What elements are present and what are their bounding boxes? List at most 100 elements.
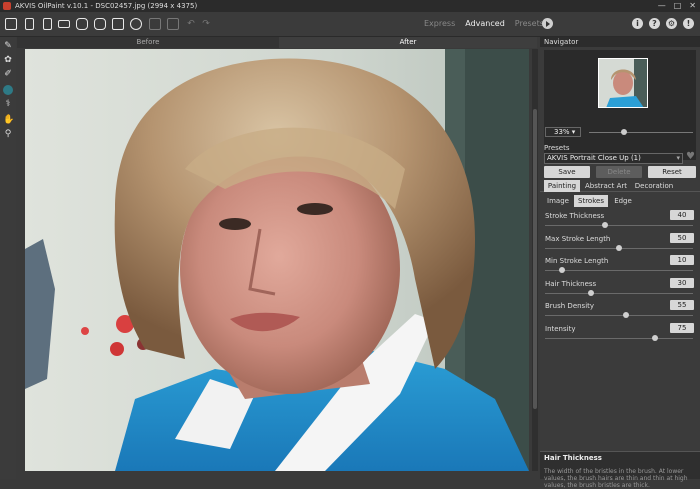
close-button[interactable]: ✕ xyxy=(689,1,696,10)
tab-image[interactable]: Image xyxy=(544,195,572,207)
parameter-label: Intensity xyxy=(545,324,576,333)
parameter-label: Brush Density xyxy=(545,302,595,310)
favorite-heart-icon[interactable]: ♥ xyxy=(686,151,695,162)
undo-icon: ↶ xyxy=(187,19,195,29)
tab-painting[interactable]: Painting xyxy=(544,180,580,192)
disabled-tool-icon xyxy=(148,17,162,31)
settings-panel: Navigator 33% ▾ Presets AKVIS Portrait C… xyxy=(540,37,700,479)
title-bar: AKVIS OilPaint v.10.1 - DSC02457.jpg (29… xyxy=(0,0,700,12)
zoom-row: 33% ▾ xyxy=(545,127,695,139)
canvas-icon[interactable] xyxy=(111,17,125,31)
parameter-row: Max Stroke Length 50 xyxy=(544,232,696,257)
scrollbar-thumb[interactable] xyxy=(533,109,537,409)
share-icon[interactable] xyxy=(93,17,107,31)
parameter-row: Intensity 75 xyxy=(544,322,696,347)
disabled-tool-icon xyxy=(166,17,180,31)
zoom-slider-knob[interactable] xyxy=(621,129,627,135)
print-icon[interactable] xyxy=(57,17,71,31)
parameter-value-field[interactable]: 30 xyxy=(670,277,694,288)
parameter-slider-track[interactable] xyxy=(545,292,693,294)
zoom-value: 33% xyxy=(554,128,570,136)
zoom-tool-icon[interactable]: ⚲ xyxy=(3,129,13,139)
parameter-row: Stroke Thickness 40 xyxy=(544,210,696,234)
parameter-value-field[interactable]: 40 xyxy=(670,210,694,220)
parameter-slider-knob[interactable] xyxy=(587,289,594,296)
minimize-button[interactable]: — xyxy=(658,1,666,10)
tab-express[interactable]: Express xyxy=(424,19,455,28)
notification-icon[interactable]: ! xyxy=(683,18,694,29)
open-file-icon[interactable] xyxy=(22,17,36,31)
parameter-value-field[interactable]: 10 xyxy=(670,255,694,265)
parameter-slider-track[interactable] xyxy=(545,225,693,226)
image-canvas[interactable] xyxy=(25,49,529,471)
settings-gear-icon[interactable]: ⚙ xyxy=(666,18,677,29)
maximize-button[interactable]: □ xyxy=(674,1,682,10)
mode-tabs: Express Advanced Presets xyxy=(424,19,544,28)
parameter-value-field[interactable]: 75 xyxy=(670,322,694,333)
tab-decoration[interactable]: Decoration xyxy=(632,180,676,192)
canvas-scrollbar[interactable] xyxy=(532,49,538,471)
selected-tool-icon[interactable] xyxy=(3,85,13,95)
help-icons: i ? ⚙ ! xyxy=(632,18,694,29)
run-play-icon[interactable] xyxy=(542,18,553,29)
parameter-slider-knob[interactable] xyxy=(651,334,658,341)
tab-strokes[interactable]: Strokes xyxy=(574,195,608,207)
tab-before[interactable]: Before xyxy=(17,37,279,48)
parameter-value-field[interactable]: 55 xyxy=(670,300,694,310)
tool-strip: ✎ ✿ ✐ ⚕ ✋ ⚲ xyxy=(0,37,16,479)
info-icon[interactable]: i xyxy=(632,18,643,29)
parameter-label: Stroke Thickness xyxy=(545,212,605,220)
before-after-tabs: Before After xyxy=(17,37,537,48)
help-panel: Hair Thickness The width of the bristles… xyxy=(540,451,700,489)
hand-tool-icon[interactable]: ✋ xyxy=(3,115,14,125)
parameter-slider-knob[interactable] xyxy=(559,267,566,273)
parameter-label: Hair Thickness xyxy=(545,279,597,288)
parameter-label: Min Stroke Length xyxy=(545,257,609,265)
tab-presets[interactable]: Presets xyxy=(515,19,544,28)
redo-icon: ↷ xyxy=(202,19,210,29)
zoom-slider-track[interactable] xyxy=(589,132,693,133)
tab-after[interactable]: After xyxy=(279,37,537,48)
save-file-icon[interactable] xyxy=(40,17,54,31)
effect-tabs: Painting Abstract Art Decoration xyxy=(540,180,700,192)
parameter-slider-knob[interactable] xyxy=(623,312,630,318)
parameter-slider-knob[interactable] xyxy=(601,222,608,228)
main-toolbar: ↶ ↷ Express Advanced Presets i ? ⚙ ! xyxy=(0,12,700,37)
chevron-down-icon: ▾ xyxy=(676,154,680,162)
parameter-row: Min Stroke Length 10 xyxy=(544,255,696,279)
tab-abstract-art[interactable]: Abstract Art xyxy=(582,180,630,192)
zoom-select[interactable]: 33% ▾ xyxy=(545,127,581,137)
batch-icon[interactable] xyxy=(75,17,89,31)
window-title: AKVIS OilPaint v.10.1 - DSC02457.jpg (29… xyxy=(15,2,198,10)
preset-buttons: Save Delete Reset xyxy=(544,166,696,178)
brush-tool-icon[interactable]: ✐ xyxy=(3,69,13,79)
home-icon[interactable] xyxy=(4,17,18,31)
help-icon[interactable]: ? xyxy=(649,18,660,29)
parameter-slider-track[interactable] xyxy=(545,315,693,316)
parameter-label: Max Stroke Length xyxy=(545,234,611,243)
parameter-slider-track[interactable] xyxy=(545,270,693,271)
save-preset-button[interactable]: Save xyxy=(544,166,590,178)
smudge-tool-icon[interactable]: ⚕ xyxy=(3,99,13,109)
parameter-slider-knob[interactable] xyxy=(616,244,622,251)
parameter-slider-track[interactable] xyxy=(545,337,693,339)
reset-preset-button[interactable]: Reset xyxy=(648,166,696,178)
parameter-row: Hair Thickness 30 xyxy=(544,277,696,302)
parameter-value-field[interactable]: 50 xyxy=(670,232,694,243)
tab-edge[interactable]: Edge xyxy=(610,195,636,207)
decoration-tool-icon[interactable]: ✿ xyxy=(3,55,13,65)
tab-advanced[interactable]: Advanced xyxy=(465,19,505,28)
presets-label: Presets xyxy=(544,144,570,152)
navigator-thumbnail xyxy=(598,58,648,108)
window-controls: — □ ✕ xyxy=(658,1,696,10)
parameter-row: Brush Density 55 xyxy=(544,300,696,324)
preset-dropdown[interactable]: AKVIS Portrait Close Up (1) ▾ xyxy=(544,153,683,164)
app-logo-icon xyxy=(3,2,11,10)
paint-brush-tool-icon[interactable]: ✎ xyxy=(3,41,13,51)
painting-subtabs: Image Strokes Edge xyxy=(540,195,700,207)
oil-painting-image xyxy=(25,49,529,471)
help-title: Hair Thickness xyxy=(544,454,602,462)
apply-icon[interactable] xyxy=(129,17,143,31)
preset-selected-value: AKVIS Portrait Close Up (1) xyxy=(547,154,641,162)
navigator-header: Navigator xyxy=(540,37,700,47)
